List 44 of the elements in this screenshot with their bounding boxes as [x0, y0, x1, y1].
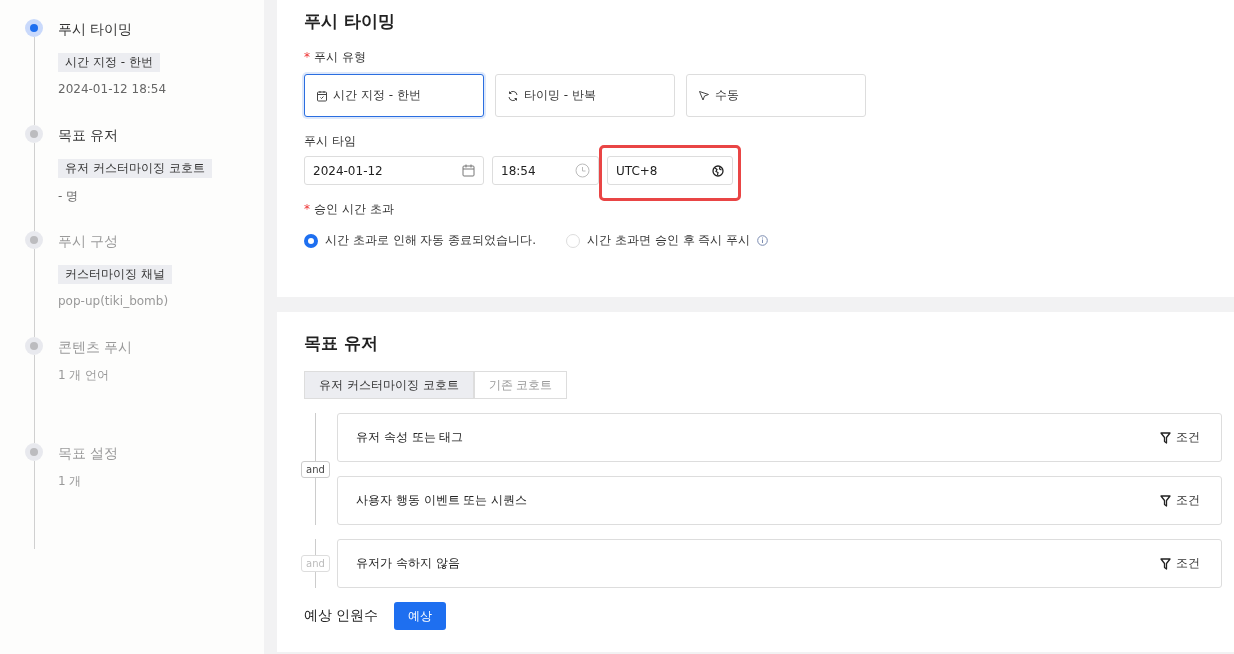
- estimate-button[interactable]: 예상: [394, 602, 447, 630]
- condition-label: 유저 속성 또는 태그: [356, 429, 464, 446]
- required-mark: *: [304, 202, 310, 216]
- step-detail: 1 개 언어: [58, 367, 110, 384]
- step-detail: pop-up(tiki_bomb): [58, 294, 169, 308]
- section-title: 목표 유저: [304, 332, 379, 355]
- estimate-label: 예상 인원수: [304, 607, 379, 625]
- radio-label[interactable]: 시간 초과면 승인 후 즉시 푸시: [587, 232, 751, 249]
- and-operator[interactable]: and: [301, 460, 330, 478]
- timezone-field[interactable]: UTC+8: [607, 156, 733, 185]
- filter-icon: [1160, 431, 1171, 444]
- cohort-tab[interactable]: 유저 커스터마이징 코호트: [304, 371, 474, 399]
- step-tag: 유저 커스터마이징 코호트: [58, 159, 212, 178]
- clock-icon: [575, 163, 590, 178]
- step-tag: 시간 지정 - 한번: [58, 53, 160, 72]
- time-field[interactable]: 18:54: [492, 156, 599, 185]
- field-label: 푸시 타임: [304, 134, 356, 148]
- date-field[interactable]: 2024-01-12: [304, 156, 484, 185]
- condition-button[interactable]: 조건: [1160, 492, 1200, 509]
- step-detail: 2024-01-12 18:54: [58, 82, 167, 96]
- step-title[interactable]: 푸시 타이밍: [58, 19, 133, 39]
- step-title[interactable]: 목표 유저: [58, 125, 119, 145]
- calendar-icon: [462, 164, 475, 177]
- push-type-option[interactable]: 수동: [686, 74, 866, 117]
- step-tag: 커스터마이징 채널: [58, 265, 172, 284]
- filter-icon: [1160, 494, 1171, 507]
- push-type-option[interactable]: 시간 지정 - 한번: [304, 74, 484, 117]
- radio-button[interactable]: [304, 233, 318, 248]
- condition-label: 사용자 행동 이벤트 또는 시퀀스: [356, 492, 528, 509]
- refresh-icon: [507, 89, 519, 102]
- condition-button[interactable]: 조건: [1160, 429, 1200, 446]
- filter-icon: [1160, 557, 1171, 570]
- calendar-icon: [316, 89, 328, 102]
- push-type-option[interactable]: 타이밍 - 반복: [495, 74, 675, 117]
- required-mark: *: [304, 50, 310, 64]
- cursor-icon: [698, 89, 710, 102]
- step-detail: 1 개: [58, 473, 82, 490]
- field-label: 푸시 유형: [314, 50, 366, 64]
- globe-icon: [712, 164, 724, 177]
- section-title: 푸시 타이밍: [304, 10, 396, 33]
- radio-label[interactable]: 시간 초과로 인해 자동 종료되었습니다.: [325, 232, 537, 249]
- step-detail: - 명: [58, 188, 79, 205]
- field-label: 승인 시간 초과: [314, 202, 394, 216]
- condition-label: 유저가 속하지 않음: [356, 555, 460, 572]
